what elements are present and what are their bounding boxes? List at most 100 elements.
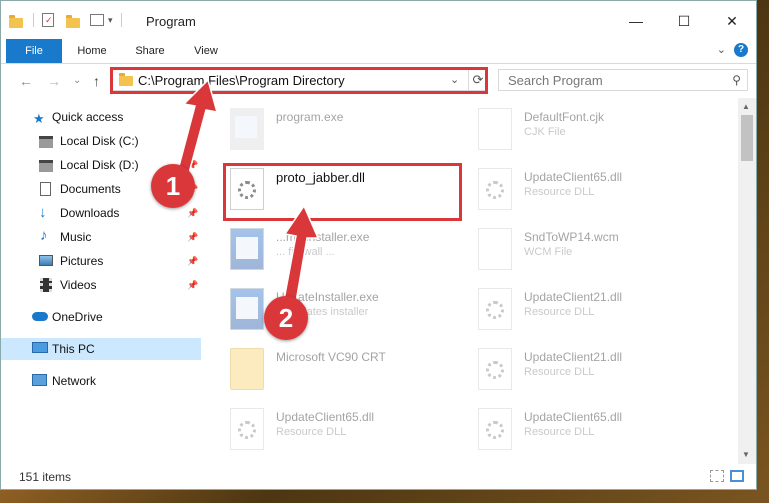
pin-icon[interactable]: 📌 — [187, 232, 198, 243]
file-item[interactable]: UpdateClient65.dll Resource DLL — [230, 408, 460, 456]
forward-arrow-icon[interactable]: → — [47, 73, 61, 89]
vertical-scrollbar[interactable]: ▲ ▼ — [738, 98, 756, 464]
blank-file-icon — [478, 108, 512, 150]
file-description: Resource DLL — [524, 366, 595, 378]
properties-icon[interactable]: ✓ — [42, 13, 54, 27]
file-item[interactable]: ...mminstaller.exe ... firewall ... — [230, 228, 460, 276]
file-name: ...mminstaller.exe — [276, 230, 370, 244]
file-item[interactable]: UpdateClient65.dll Resource DLL — [478, 408, 708, 456]
file-item[interactable]: program.exe — [230, 108, 460, 156]
file-name: UpdateClient21.dll — [524, 290, 623, 304]
sidebar-item-onedrive[interactable]: OneDrive — [1, 306, 201, 328]
sidebar-item-local-disk-c[interactable]: Local Disk (C:) 📌 — [1, 130, 201, 152]
scroll-up-icon[interactable]: ▲ — [742, 102, 750, 111]
file-item-proto-jabber[interactable]: proto_jabber.dll — [230, 168, 460, 216]
blank-file-icon — [478, 228, 512, 270]
up-arrow-icon[interactable]: ↑ — [93, 73, 100, 89]
pictures-icon — [39, 255, 53, 266]
tab-file[interactable]: File — [6, 39, 62, 63]
pin-icon[interactable]: 📌 — [187, 160, 198, 171]
sidebar-item-label: Pictures — [60, 254, 104, 268]
customize-icon[interactable] — [90, 14, 104, 26]
search-box[interactable]: Search Program ⚲ — [498, 69, 748, 91]
refresh-icon[interactable]: ⟳ — [468, 70, 487, 90]
window-title: Program — [146, 14, 196, 29]
item-count: 151 items — [19, 470, 72, 484]
chevron-down-icon[interactable]: ▾ — [108, 15, 113, 26]
back-arrow-icon[interactable]: ← — [19, 73, 33, 89]
minimize-button[interactable]: — — [616, 9, 656, 33]
file-name: program.exe — [276, 110, 344, 124]
pin-icon[interactable]: 📌 — [187, 208, 198, 219]
sidebar-item-label: Downloads — [60, 206, 120, 220]
file-item[interactable]: UpdateClient21.dll Resource DLL — [478, 348, 708, 396]
cloud-icon — [32, 312, 48, 321]
file-description: Resource DLL — [524, 426, 595, 438]
tab-share[interactable]: Share — [127, 39, 173, 63]
address-bar[interactable]: C:\Program Files\Program Directory ⌄ ⟳ — [112, 69, 487, 91]
scroll-thumb[interactable] — [741, 115, 753, 161]
sidebar-item-videos[interactable]: Videos 📌 — [1, 274, 201, 296]
tab-home[interactable]: Home — [69, 39, 115, 63]
file-description: Resource DLL — [524, 306, 595, 318]
drive-icon — [39, 160, 53, 172]
ribbon-collapse-icon[interactable]: ⌄ — [717, 43, 726, 56]
search-input[interactable]: Search Program — [508, 73, 603, 88]
application-icon — [230, 228, 264, 270]
file-description: Resource DLL — [276, 426, 347, 438]
details-view-icon[interactable] — [710, 470, 724, 482]
large-icons-view-icon[interactable] — [730, 470, 744, 482]
file-name: DefaultFont.cjk — [524, 110, 605, 124]
file-description: CJK File — [524, 126, 566, 138]
pin-icon[interactable]: 📌 — [187, 280, 198, 291]
sidebar-item-quick-access[interactable]: ★ Quick access — [1, 106, 201, 128]
file-description: Resource DLL — [524, 186, 595, 198]
title-bar: ✓ ▾ Program — ☐ ✕ — [1, 1, 756, 39]
explorer-window: ✓ ▾ Program — ☐ ✕ File Home Share View ⌄… — [0, 0, 757, 490]
pin-icon[interactable]: 📌 — [187, 136, 198, 147]
file-name: UpdateClient21.dll — [524, 350, 623, 364]
file-item[interactable]: SndToWP14.wcm WCM File — [478, 228, 708, 276]
quick-access-toolbar: ✓ ▾ — [9, 11, 122, 29]
file-item[interactable]: DefaultFont.cjk CJK File — [478, 108, 708, 156]
recent-locations-icon[interactable]: ⌄ — [73, 75, 81, 86]
file-item[interactable]: UpdateClient65.dll Resource DLL — [478, 168, 708, 216]
maximize-button[interactable]: ☐ — [664, 9, 704, 33]
folder-icon — [119, 73, 133, 86]
tab-view[interactable]: View — [183, 39, 229, 63]
help-icon[interactable]: ? — [734, 43, 748, 57]
dll-gear-icon — [478, 168, 512, 210]
chevron-down-icon[interactable]: ⌄ — [450, 73, 459, 86]
application-icon — [230, 288, 264, 330]
sidebar-item-this-pc[interactable]: This PC — [1, 338, 201, 360]
network-icon — [32, 374, 47, 386]
sidebar-item-label: This PC — [52, 342, 95, 356]
close-button[interactable]: ✕ — [712, 9, 752, 33]
sidebar-item-music[interactable]: ♪ Music 📌 — [1, 226, 201, 248]
address-path[interactable]: C:\Program Files\Program Directory — [138, 73, 345, 88]
step-badge-1: 1 — [151, 164, 195, 208]
sidebar-item-label: Local Disk (D:) — [60, 158, 139, 172]
sidebar-item-label: OneDrive — [52, 310, 103, 324]
folder-item[interactable]: Microsoft VC90 CRT — [230, 348, 460, 396]
scroll-down-icon[interactable]: ▼ — [742, 450, 750, 459]
dll-gear-icon — [478, 288, 512, 330]
file-item[interactable]: UpdateClient21.dll Resource DLL — [478, 288, 708, 336]
star-icon: ★ — [33, 111, 45, 126]
file-name: proto_jabber.dll — [276, 170, 365, 185]
music-icon: ♪ — [40, 227, 48, 244]
application-icon — [230, 108, 264, 150]
search-icon[interactable]: ⚲ — [732, 73, 741, 87]
folder-icon — [9, 15, 23, 28]
downloads-icon: ↓ — [39, 204, 47, 221]
dll-gear-icon — [230, 168, 264, 210]
file-list: program.exe proto_jabber.dll ...mminstal… — [206, 98, 738, 464]
pin-icon[interactable]: 📌 — [187, 256, 198, 267]
sidebar-item-label: Quick access — [52, 110, 124, 124]
sidebar-item-label: Local Disk (C:) — [60, 134, 139, 148]
file-description: ... firewall ... — [276, 246, 335, 258]
dll-gear-icon — [478, 348, 512, 390]
sidebar-item-network[interactable]: Network — [1, 370, 201, 392]
new-folder-icon[interactable] — [66, 15, 80, 28]
sidebar-item-pictures[interactable]: Pictures 📌 — [1, 250, 201, 272]
